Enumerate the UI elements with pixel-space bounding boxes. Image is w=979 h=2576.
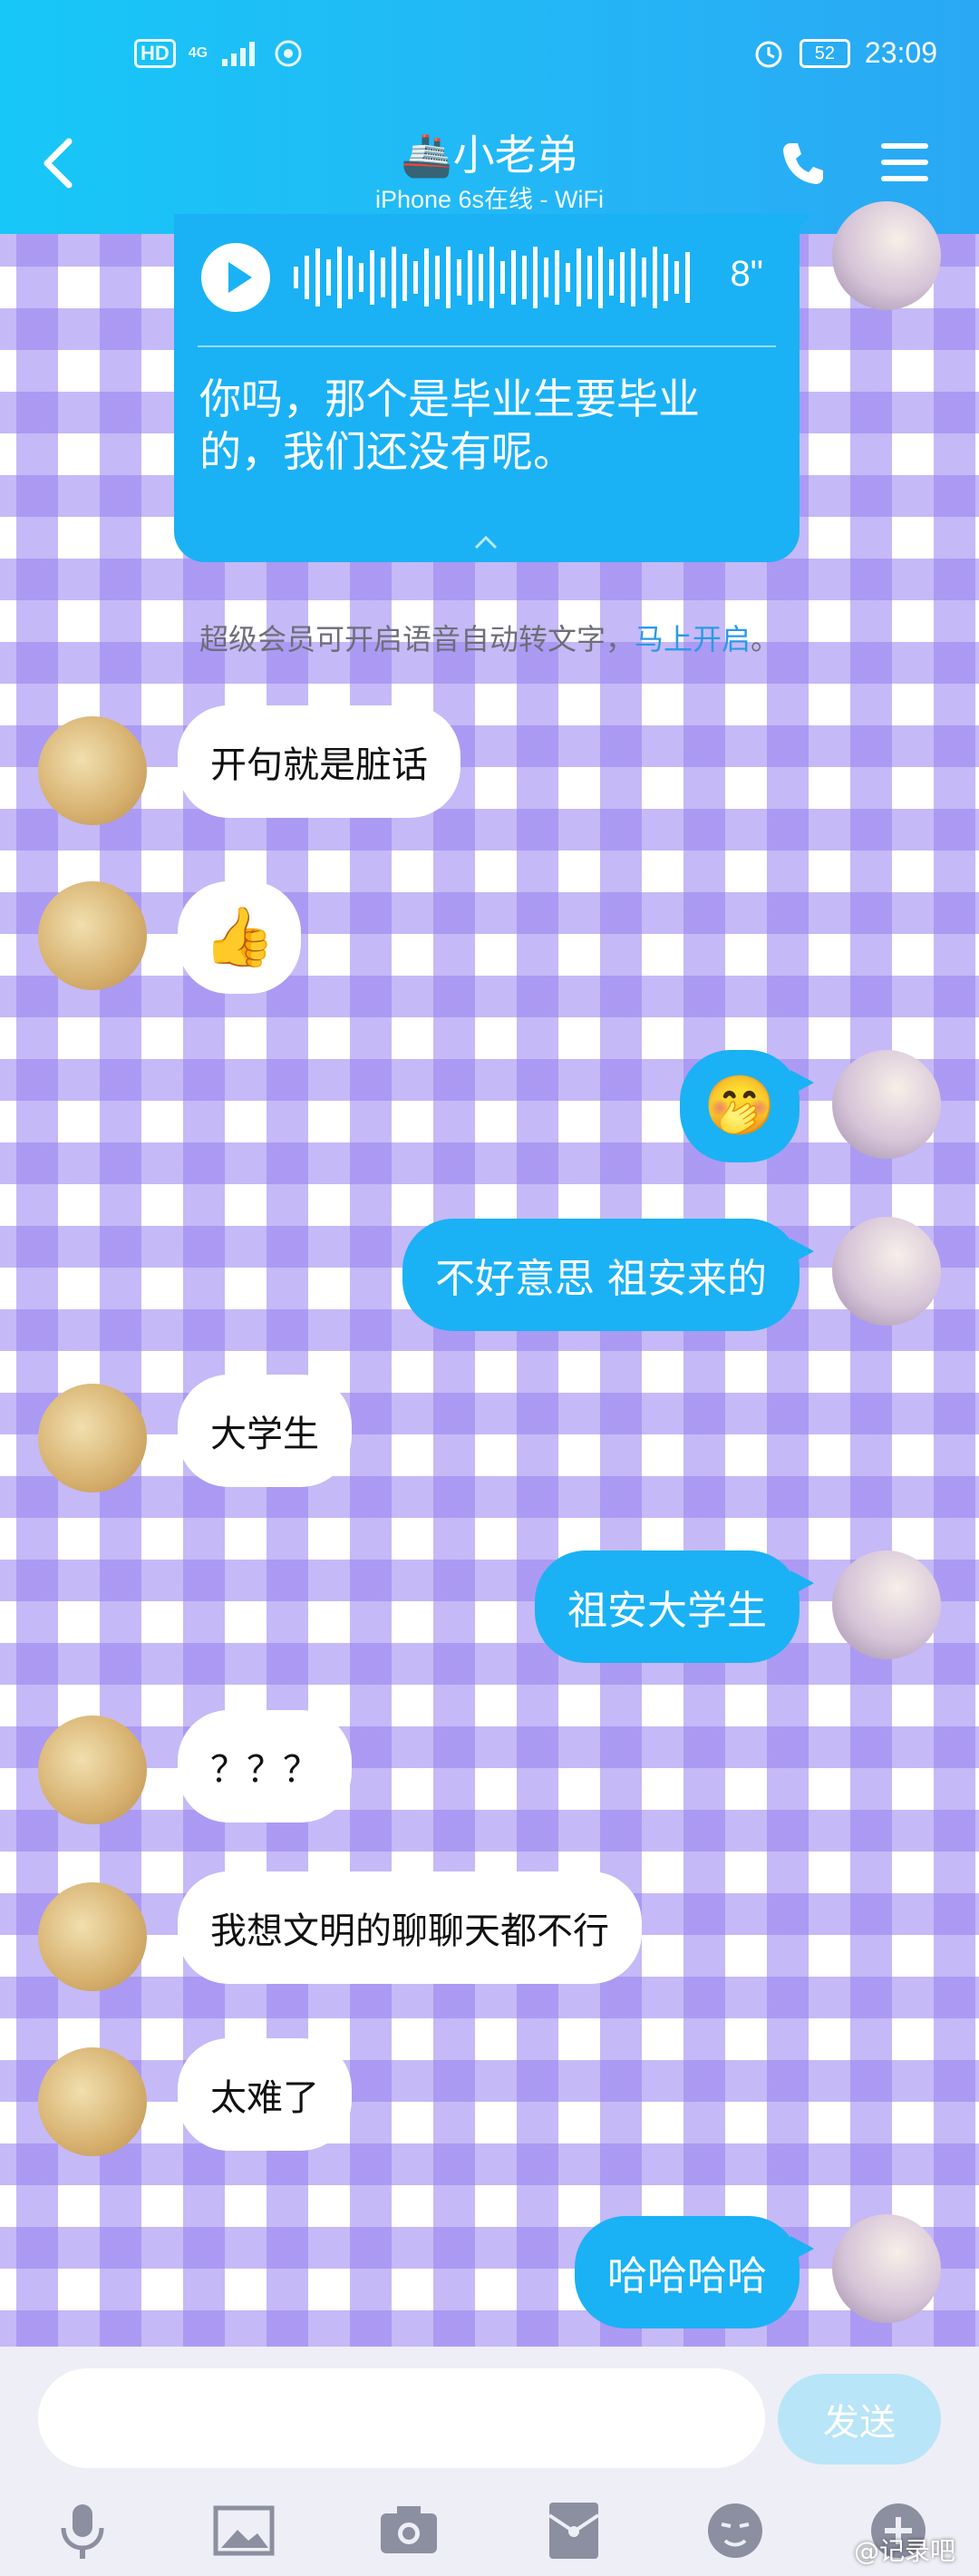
my-avatar[interactable] bbox=[832, 2214, 941, 2323]
message-text: 大学生 bbox=[210, 1414, 319, 1455]
image-icon[interactable] bbox=[212, 2499, 276, 2562]
status-bar: HD 4G 52 23:09 bbox=[0, 0, 979, 118]
message-bubble[interactable]: 👍 bbox=[178, 881, 301, 994]
camera-icon[interactable] bbox=[377, 2499, 441, 2562]
message-text: 哈哈哈哈 bbox=[607, 2253, 767, 2299]
friend-avatar[interactable] bbox=[38, 716, 147, 825]
message-text: 祖安大学生 bbox=[567, 1588, 767, 1634]
friend-avatar[interactable] bbox=[38, 881, 147, 990]
contact-status: iPhone 6s在线 - WiFi bbox=[374, 186, 605, 213]
message-text: 太难了 bbox=[210, 2077, 319, 2119]
voice-duration: 8" bbox=[730, 254, 763, 294]
contact-name[interactable]: 🚢小老弟 bbox=[0, 122, 979, 182]
red-packet-icon[interactable] bbox=[542, 2499, 606, 2562]
message-bubble[interactable]: 哈哈哈哈 bbox=[575, 2216, 814, 2328]
battery-indicator: 52 bbox=[799, 38, 850, 68]
message-text: 不好意思 祖安来的 bbox=[435, 1256, 767, 1302]
voice-transcript: 你吗，那个是毕业生要毕业的，我们还没有呢。 bbox=[199, 374, 700, 476]
message-bubble[interactable]: 不好意思 祖安来的 bbox=[402, 1219, 814, 1331]
input-toolbar bbox=[0, 2492, 979, 2573]
svip-notice: 超级会员可开启语音自动转文字，马上开启。 bbox=[0, 617, 979, 658]
notice-text: 超级会员可开启语音自动转文字， bbox=[199, 622, 635, 656]
network-type: 4G bbox=[188, 45, 208, 61]
my-avatar[interactable] bbox=[832, 1550, 941, 1659]
message-bubble[interactable]: ？？？ bbox=[178, 1710, 352, 1823]
message-bubble[interactable]: 大学生 bbox=[178, 1375, 352, 1487]
microphone-icon[interactable] bbox=[51, 2499, 114, 2562]
friend-avatar[interactable] bbox=[38, 2047, 147, 2156]
friend-avatar[interactable] bbox=[38, 1384, 147, 1492]
voice-message[interactable]: 8" 你吗，那个是毕业生要毕业的，我们还没有呢。 bbox=[174, 214, 814, 562]
chat-header: HD 4G 52 23:09 🚢小老弟 iPhone 6s在线 - WiFi bbox=[0, 0, 979, 234]
my-avatar[interactable] bbox=[832, 1050, 941, 1159]
enable-now-link[interactable]: 马上开启 bbox=[635, 622, 751, 656]
notice-end: 。 bbox=[751, 622, 780, 656]
send-button[interactable]: 发送 bbox=[778, 2374, 941, 2464]
watermark: @记录吧 bbox=[853, 2536, 955, 2566]
hotspot-icon bbox=[275, 40, 302, 67]
my-avatar[interactable] bbox=[832, 201, 941, 310]
message-bubble[interactable]: 祖安大学生 bbox=[535, 1550, 814, 1663]
message-bubble[interactable]: 🤭 bbox=[680, 1050, 814, 1162]
alarm-icon bbox=[755, 41, 782, 67]
message-text: 我想文明的聊聊天都不行 bbox=[210, 1910, 609, 1952]
message-text: ？？？ bbox=[210, 1749, 319, 1791]
message-bubble[interactable]: 我想文明的聊聊天都不行 bbox=[178, 1871, 642, 1984]
shush-emoji-icon: 🤭 bbox=[703, 1073, 776, 1140]
my-avatar[interactable] bbox=[832, 1217, 941, 1326]
signal-icon bbox=[222, 42, 256, 66]
chevron-up-icon[interactable] bbox=[473, 533, 499, 551]
play-icon[interactable] bbox=[201, 243, 270, 312]
voice-divider bbox=[198, 345, 776, 347]
message-input[interactable] bbox=[38, 2368, 765, 2468]
friend-avatar[interactable] bbox=[38, 1716, 147, 1824]
message-text: 开句就是脏话 bbox=[210, 744, 428, 786]
input-bar: 发送 bbox=[0, 2347, 979, 2576]
thumbs-up-icon: 👍 bbox=[203, 904, 276, 971]
menu-icon[interactable] bbox=[879, 140, 930, 185]
phone-icon[interactable] bbox=[778, 138, 829, 189]
emoji-icon[interactable] bbox=[703, 2499, 767, 2562]
message-bubble[interactable]: 开句就是脏话 bbox=[178, 705, 460, 818]
waveform bbox=[294, 247, 690, 308]
hd-indicator: HD bbox=[134, 39, 176, 68]
message-bubble[interactable]: 太难了 bbox=[178, 2038, 352, 2151]
clock: 23:09 bbox=[864, 36, 937, 69]
friend-avatar[interactable] bbox=[38, 1882, 147, 1991]
